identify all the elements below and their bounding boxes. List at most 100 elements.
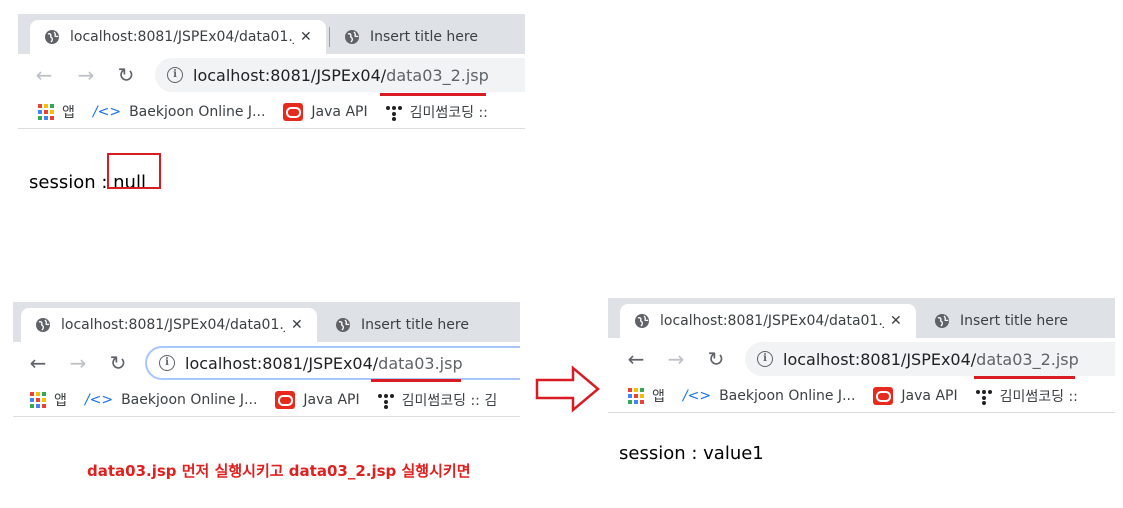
url-host: localhost:8081/JSPEx04/: [193, 65, 387, 85]
baekjoon-icon: /<>: [92, 104, 122, 120]
forward-arrow-icon[interactable]: →: [75, 64, 97, 86]
info-icon[interactable]: i: [757, 351, 773, 367]
reload-icon[interactable]: ↻: [705, 348, 727, 370]
tab-close-button[interactable]: ✕: [291, 317, 303, 333]
back-arrow-icon[interactable]: ←: [27, 352, 49, 374]
annotation-underline: [974, 376, 1075, 379]
bookmark-java-api[interactable]: Java API: [283, 103, 368, 121]
tab-insert-title[interactable]: Insert title here: [321, 308, 520, 342]
apps-grid-icon: [628, 388, 644, 404]
session-value: value1: [703, 443, 764, 464]
tab-title: localhost:8081/JSPEx04/data01.js: [61, 317, 285, 333]
tab-title: Insert title here: [361, 317, 469, 333]
globe-icon: [635, 314, 649, 328]
bookmark-java-api[interactable]: Java API: [873, 387, 958, 405]
bookmark-baekjoon[interactable]: /<> Baekjoon Online J...: [93, 104, 266, 120]
tab-insert-title[interactable]: Insert title here: [330, 20, 525, 54]
bookmark-label: Java API: [901, 388, 958, 404]
tistory-icon: [975, 388, 992, 405]
toolbar: ← → ↻ i localhost:8081/JSPEx04/data03_2.…: [608, 338, 1115, 380]
oracle-icon: [283, 103, 304, 121]
tab-data01[interactable]: localhost:8081/JSPEx04/data01.js ✕: [21, 308, 317, 342]
address-bar[interactable]: i localhost:8081/JSPEx04/data03_2.jsp: [745, 342, 1115, 376]
bookmark-baekjoon[interactable]: /<> Baekjoon Online J...: [683, 388, 856, 404]
bookmark-label: Baekjoon Online J...: [121, 392, 258, 408]
bookmark-kimmi[interactable]: 김미썸코딩 :: 김: [377, 390, 498, 410]
url-path: data03.jsp: [378, 353, 463, 373]
reload-icon[interactable]: ↻: [115, 64, 137, 86]
bookmark-label: 김미썸코딩 :: 김: [401, 393, 498, 409]
annotation-box: [107, 153, 161, 189]
tab-title: localhost:8081/JSPEx04/data01.js: [70, 29, 294, 45]
tab-close-button[interactable]: ✕: [300, 29, 312, 45]
session-label: session :: [29, 172, 114, 193]
browser-window-bottom-left: localhost:8081/JSPEx04/data01.js ✕ Inser…: [13, 302, 520, 432]
bookmark-label: 앱: [62, 105, 75, 121]
tab-insert-title[interactable]: Insert title here: [920, 304, 1115, 338]
tab-title: localhost:8081/JSPEx04/data01.js: [660, 313, 884, 329]
bookmarks-bar: 앱 /<> Baekjoon Online J... Java API 김미썸코…: [13, 384, 520, 417]
bookmark-label: Baekjoon Online J...: [719, 388, 856, 404]
annotation-underline: [380, 93, 486, 96]
tab-strip: localhost:8081/JSPEx04/data01.js ✕ Inser…: [18, 14, 525, 54]
toolbar: ← → ↻ i localhost:8081/JSPEx04/data03.js…: [13, 342, 520, 384]
bookmark-kimmi[interactable]: 김미썸코딩 ::: [975, 386, 1078, 406]
bookmark-apps[interactable]: 앱: [628, 386, 665, 406]
browser-window-right: localhost:8081/JSPEx04/data01.js ✕ Inser…: [608, 298, 1115, 478]
bookmark-label: Baekjoon Online J...: [129, 104, 266, 120]
tab-data01[interactable]: localhost:8081/JSPEx04/data01.js ✕: [620, 304, 916, 338]
forward-arrow-icon[interactable]: →: [665, 348, 687, 370]
right-arrow-icon: [535, 365, 600, 413]
url-path: data03_2.jsp: [976, 349, 1079, 369]
bookmark-label: Java API: [311, 104, 368, 120]
oracle-icon: [873, 387, 894, 405]
bookmark-label: Java API: [303, 392, 360, 408]
bookmark-label: 앱: [652, 389, 665, 405]
bookmarks-bar: 앱 /<> Baekjoon Online J... Java API 김미썸코…: [18, 96, 525, 129]
address-bar[interactable]: i localhost:8081/JSPEx04/data03.jsp: [145, 346, 520, 380]
forward-arrow-icon[interactable]: →: [67, 352, 89, 374]
globe-icon: [935, 314, 949, 328]
tab-strip: localhost:8081/JSPEx04/data01.js ✕ Inser…: [13, 302, 520, 342]
globe-icon: [45, 30, 59, 44]
tab-title: Insert title here: [960, 313, 1068, 329]
tistory-icon: [385, 104, 402, 121]
bookmark-label: 김미썸코딩 ::: [999, 389, 1078, 405]
apps-grid-icon: [38, 104, 54, 120]
url-path: data03_2.jsp: [386, 65, 489, 85]
tab-title: Insert title here: [370, 29, 478, 45]
back-arrow-icon[interactable]: ←: [33, 64, 55, 86]
baekjoon-icon: /<>: [84, 392, 114, 408]
back-arrow-icon[interactable]: ←: [625, 348, 647, 370]
apps-grid-icon: [30, 392, 46, 408]
tab-strip: localhost:8081/JSPEx04/data01.js ✕ Inser…: [608, 298, 1115, 338]
tab-data01[interactable]: localhost:8081/JSPEx04/data01.js ✕: [30, 20, 326, 54]
info-icon[interactable]: i: [167, 67, 183, 83]
bookmark-apps[interactable]: 앱: [38, 102, 75, 122]
bookmark-label: 앱: [54, 393, 67, 409]
baekjoon-icon: /<>: [682, 388, 712, 404]
bookmark-kimmi[interactable]: 김미썸코딩 ::: [385, 102, 488, 122]
oracle-icon: [275, 391, 296, 409]
bookmark-apps[interactable]: 앱: [30, 390, 67, 410]
bookmark-baekjoon[interactable]: /<> Baekjoon Online J...: [85, 392, 258, 408]
info-icon[interactable]: i: [159, 355, 175, 371]
url-host: localhost:8081/JSPEx04/: [783, 349, 977, 369]
browser-window-top: localhost:8081/JSPEx04/data01.js ✕ Inser…: [18, 14, 525, 194]
session-label: session :: [619, 443, 704, 464]
reload-icon[interactable]: ↻: [107, 352, 129, 374]
toolbar: ← → ↻ i localhost:8081/JSPEx04/data03_2.…: [18, 54, 525, 96]
bookmark-label: 김미썸코딩 ::: [409, 105, 488, 121]
globe-icon: [336, 318, 350, 332]
page-content: session : value1: [608, 413, 1115, 478]
bookmark-java-api[interactable]: Java API: [275, 391, 360, 409]
tab-close-button[interactable]: ✕: [890, 313, 902, 329]
globe-icon: [36, 318, 50, 332]
url-host: localhost:8081/JSPEx04/: [185, 353, 379, 373]
annotation-caption: data03.jsp 먼저 실행시키고 data03_2.jsp 실행시키면: [87, 462, 471, 480]
page-content: session : null: [18, 129, 525, 194]
tistory-icon: [377, 392, 394, 409]
bookmarks-bar: 앱 /<> Baekjoon Online J... Java API 김미썸코…: [608, 380, 1115, 413]
globe-icon: [345, 30, 359, 44]
address-bar[interactable]: i localhost:8081/JSPEx04/data03_2.jsp: [155, 58, 525, 92]
